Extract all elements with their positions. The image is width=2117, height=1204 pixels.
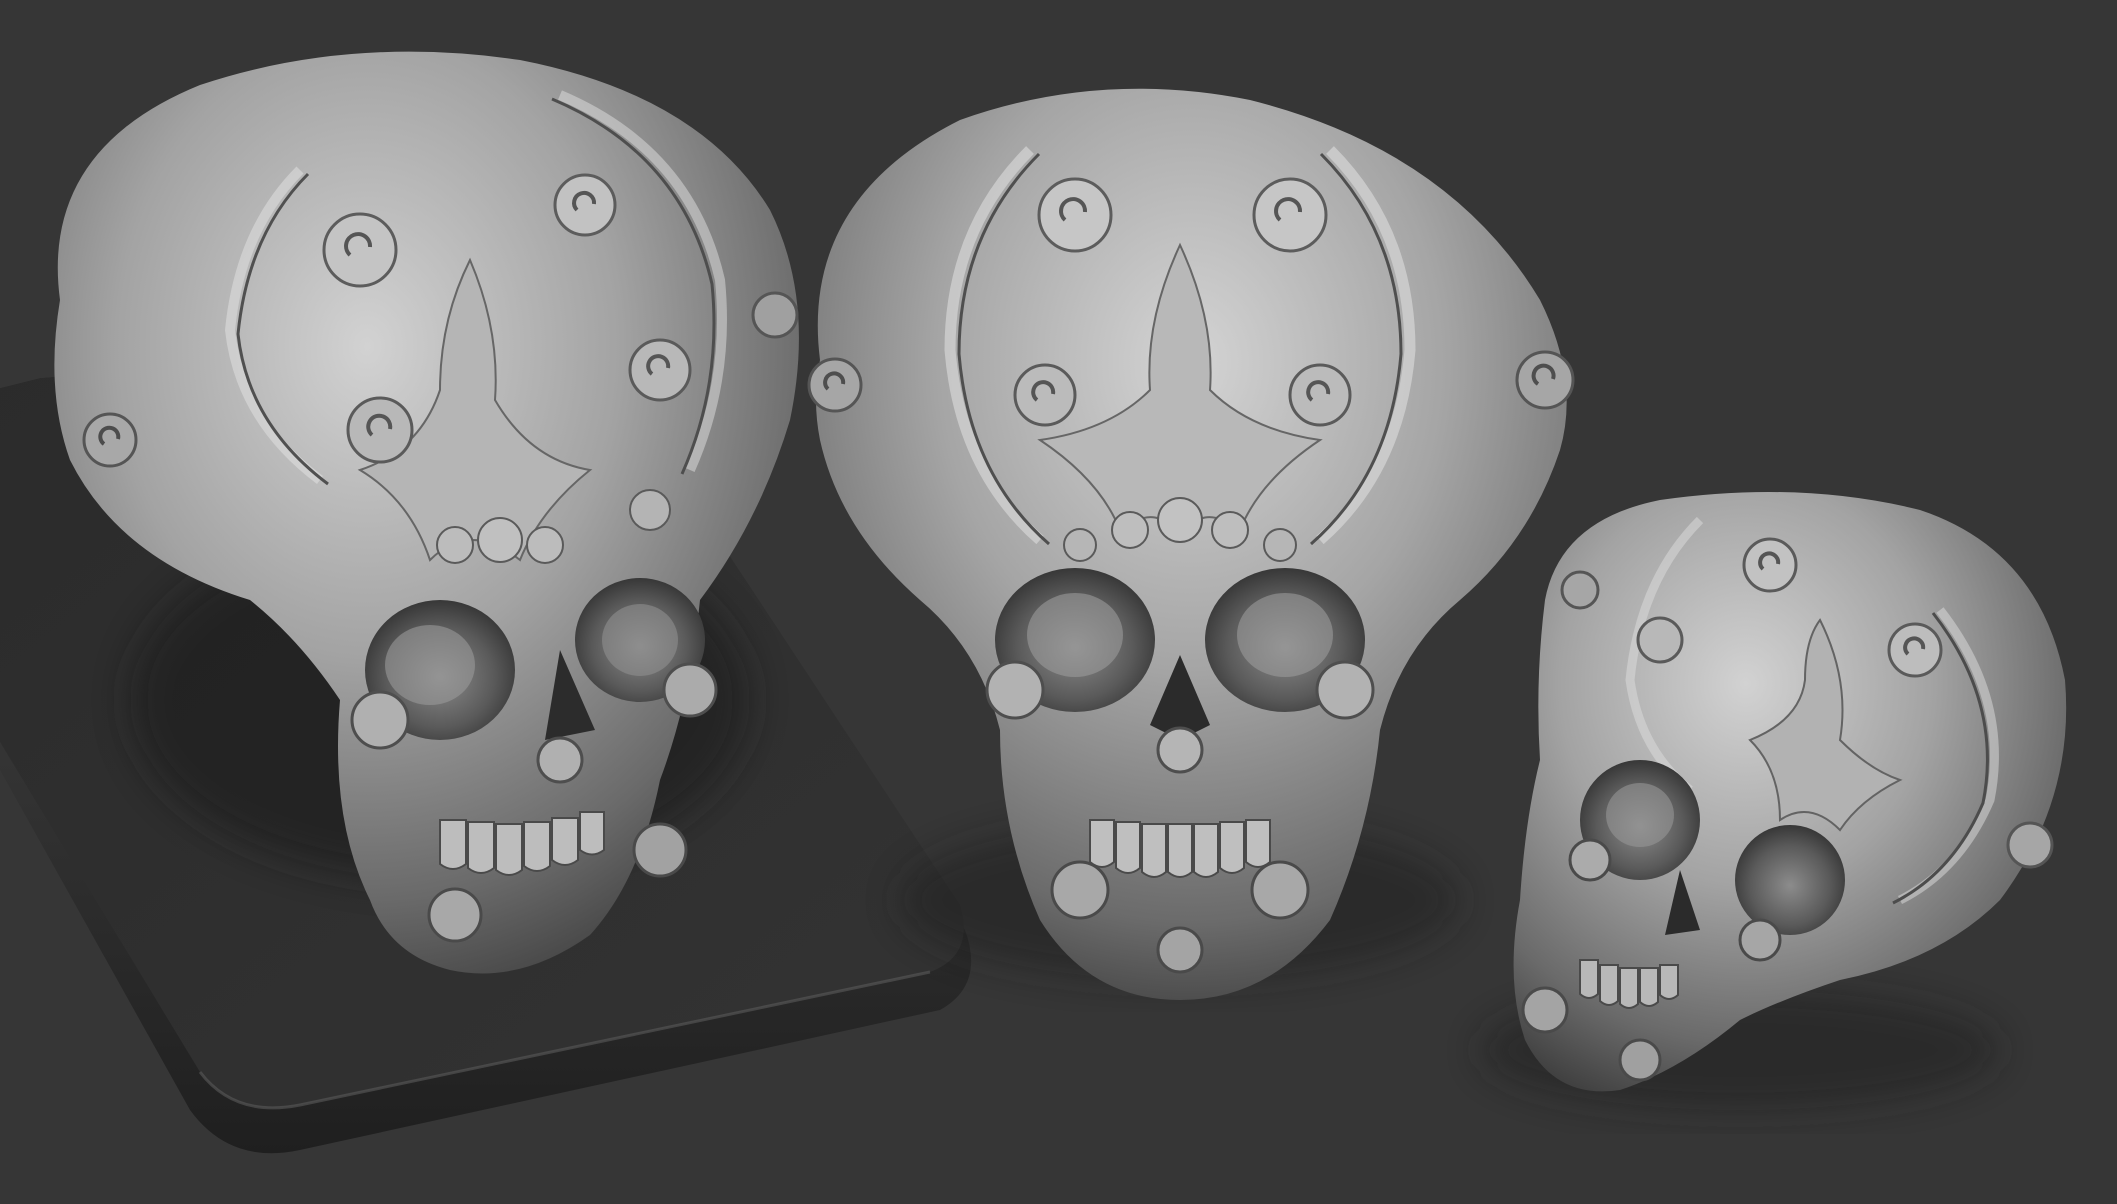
sculpt-render	[0, 51, 2067, 1154]
render-viewport	[0, 0, 2117, 1204]
skull-side	[1480, 492, 2067, 1110]
